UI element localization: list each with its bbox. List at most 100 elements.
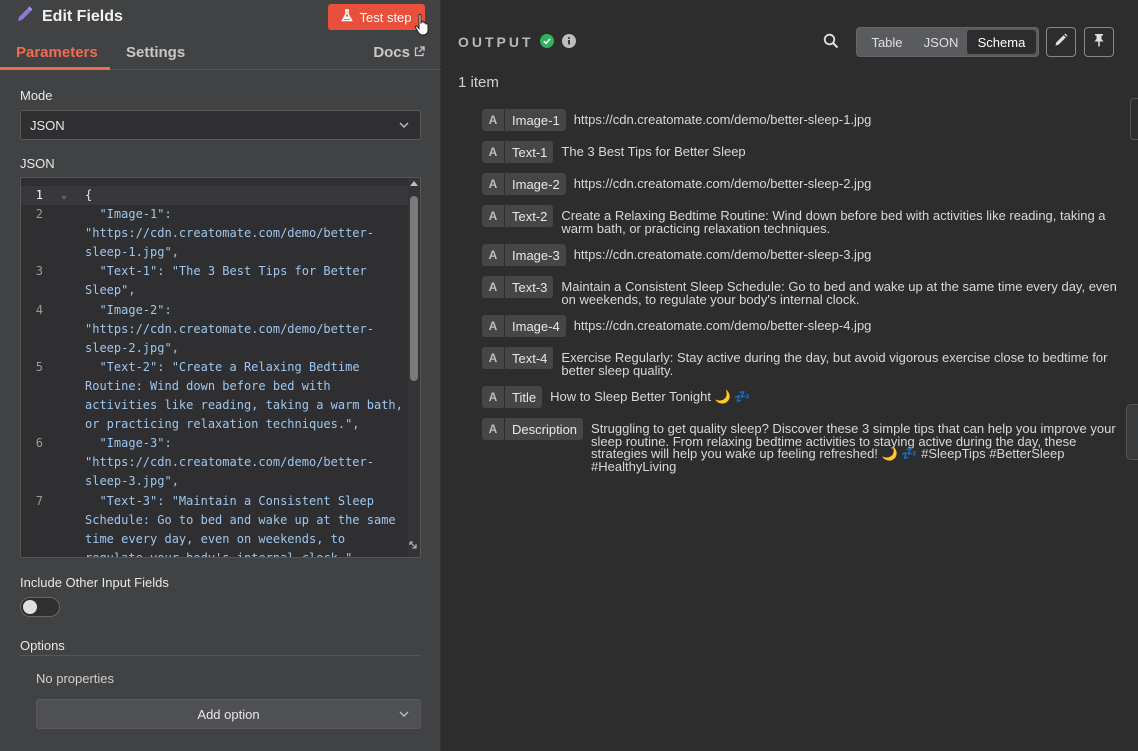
search-icon[interactable] <box>823 33 839 54</box>
pencil-icon <box>1054 33 1068 52</box>
field-name-pill[interactable]: A Image-2 <box>482 173 566 195</box>
code-line: regulate your body's internal clock.", <box>21 549 409 557</box>
code-text: sleep-3.jpg", <box>85 474 179 489</box>
string-type-icon: A <box>488 351 498 365</box>
schema-field-row: A Text-1 The 3 Best Tips for Better Sleep <box>482 141 1122 163</box>
line-number: 5 <box>35 359 43 374</box>
line-number: 3 <box>35 264 43 279</box>
pill-separator <box>504 173 505 195</box>
schema-field-row: A Description Struggling to get quality sl… <box>482 418 1122 473</box>
options-divider <box>20 655 421 656</box>
chevron-down-icon <box>398 708 410 723</box>
code-line: sleep-1.jpg", <box>21 243 409 262</box>
tab-parameters[interactable]: Parameters <box>16 44 98 61</box>
fold-gutter <box>43 358 85 377</box>
code-text: time every day, even on weekends, to <box>85 531 346 546</box>
fold-gutter <box>43 377 85 396</box>
field-name-pill[interactable]: A Image-4 <box>482 315 566 337</box>
fold-gutter <box>43 511 85 530</box>
mode-select[interactable]: JSON <box>20 110 421 140</box>
fold-gutter <box>43 453 85 472</box>
fold-gutter <box>43 320 85 339</box>
field-name-pill[interactable]: A Description <box>482 418 584 440</box>
code-line: 1 ⌄{ <box>21 186 409 205</box>
flask-icon <box>341 9 354 25</box>
code-text: { <box>85 188 93 202</box>
code-line: sleep-3.jpg", <box>21 472 409 491</box>
string-type-icon: A <box>488 248 498 262</box>
line-number <box>21 472 43 491</box>
line-number: 2 <box>35 207 43 222</box>
pill-separator <box>504 386 505 408</box>
schema-field-row: A Image-1 https://cdn.creatomate.com/demo/… <box>482 109 1122 131</box>
code-text: "Text-2": "Create a Relaxing Bedtime <box>85 359 360 374</box>
include-fields-toggle[interactable] <box>20 597 60 617</box>
fold-gutter <box>43 301 85 320</box>
panel-drag-handle[interactable] <box>1126 404 1138 460</box>
line-number <box>21 320 43 339</box>
scroll-up-arrow-icon[interactable] <box>410 181 418 186</box>
line-number <box>21 453 43 472</box>
view-json-button[interactable]: JSON <box>915 30 967 54</box>
view-table-button[interactable]: Table <box>859 30 915 54</box>
code-line: "https://cdn.creatomate.com/demo/better- <box>21 453 409 472</box>
edit-output-button[interactable] <box>1046 27 1076 57</box>
code-line: 2 "Image-1": <box>21 205 409 224</box>
view-schema-button[interactable]: Schema <box>967 30 1036 54</box>
field-name: Image-3 <box>512 247 560 263</box>
add-option-button[interactable]: Add option <box>36 699 421 729</box>
fold-gutter <box>43 472 85 491</box>
schema-field-row: A Text-2 Create a Relaxing Bedtime Routine… <box>482 205 1122 235</box>
field-name-pill[interactable]: A Image-3 <box>482 244 566 266</box>
line-number: 1 <box>35 188 43 202</box>
docs-link[interactable]: Docs <box>373 44 425 61</box>
field-name-pill[interactable]: A Text-3 <box>482 276 554 298</box>
info-icon[interactable] <box>562 34 576 53</box>
include-fields-label: Include Other Input Fields <box>20 575 169 590</box>
resize-handle-icon[interactable] <box>407 538 419 556</box>
no-properties-text: No properties <box>36 671 115 686</box>
line-number: 6 <box>35 436 43 451</box>
pill-separator <box>504 315 505 337</box>
fold-gutter <box>43 549 85 557</box>
test-step-button[interactable]: Test step <box>328 4 425 30</box>
fold-gutter <box>43 415 85 434</box>
field-value: Create a Relaxing Bedtime Routine: Wind … <box>561 208 1106 236</box>
code-text: Sleep", <box>85 283 136 298</box>
field-name-pill[interactable]: A Title <box>482 386 543 408</box>
view-switcher: Table JSON Schema <box>856 27 1039 57</box>
line-number <box>21 281 43 300</box>
string-type-icon: A <box>488 319 498 333</box>
code-text: activities like reading, taking a warm b… <box>85 398 403 413</box>
code-line: activities like reading, taking a warm b… <box>21 396 409 415</box>
string-type-icon: A <box>488 280 498 294</box>
field-value: The 3 Best Tips for Better Sleep <box>561 144 746 159</box>
field-name: Image-2 <box>512 176 560 192</box>
field-value: https://cdn.creatomate.com/demo/better-s… <box>573 318 872 333</box>
field-value: https://cdn.creatomate.com/demo/better-s… <box>573 112 872 127</box>
schema-field-row: A Image-3 https://cdn.creatomate.com/demo/… <box>482 244 1122 266</box>
code-line: Sleep", <box>21 281 409 300</box>
line-number <box>21 396 43 415</box>
pin-output-button[interactable] <box>1084 27 1114 57</box>
field-value: Struggling to get quality sleep? Discove… <box>591 421 1116 474</box>
node-header: Edit Fields Test step Parameters Setting… <box>0 0 441 70</box>
code-line: 6 "Image-3": <box>21 434 409 453</box>
field-name-pill[interactable]: A Text-2 <box>482 205 554 227</box>
editor-scrollbar[interactable] <box>408 178 420 557</box>
string-type-icon: A <box>488 145 498 159</box>
success-check-icon <box>540 34 554 53</box>
field-name-pill[interactable]: A Text-1 <box>482 141 554 163</box>
field-name-pill[interactable]: A Text-4 <box>482 347 554 369</box>
field-name-pill[interactable]: A Image-1 <box>482 109 566 131</box>
mode-label: Mode <box>20 88 53 103</box>
scrollbar-thumb[interactable] <box>410 196 418 381</box>
tab-settings[interactable]: Settings <box>126 44 185 61</box>
field-value: https://cdn.creatomate.com/demo/better-s… <box>573 247 872 262</box>
json-code-editor[interactable]: 1 ⌄{2 "Image-1": "https://cdn.creatomate.c… <box>20 177 421 558</box>
code-text: "Image-2": <box>85 302 172 317</box>
pin-icon <box>1092 33 1106 52</box>
fold-chevron-icon[interactable]: ⌄ <box>43 186 85 205</box>
fold-gutter <box>43 492 85 511</box>
json-label: JSON <box>20 156 55 171</box>
